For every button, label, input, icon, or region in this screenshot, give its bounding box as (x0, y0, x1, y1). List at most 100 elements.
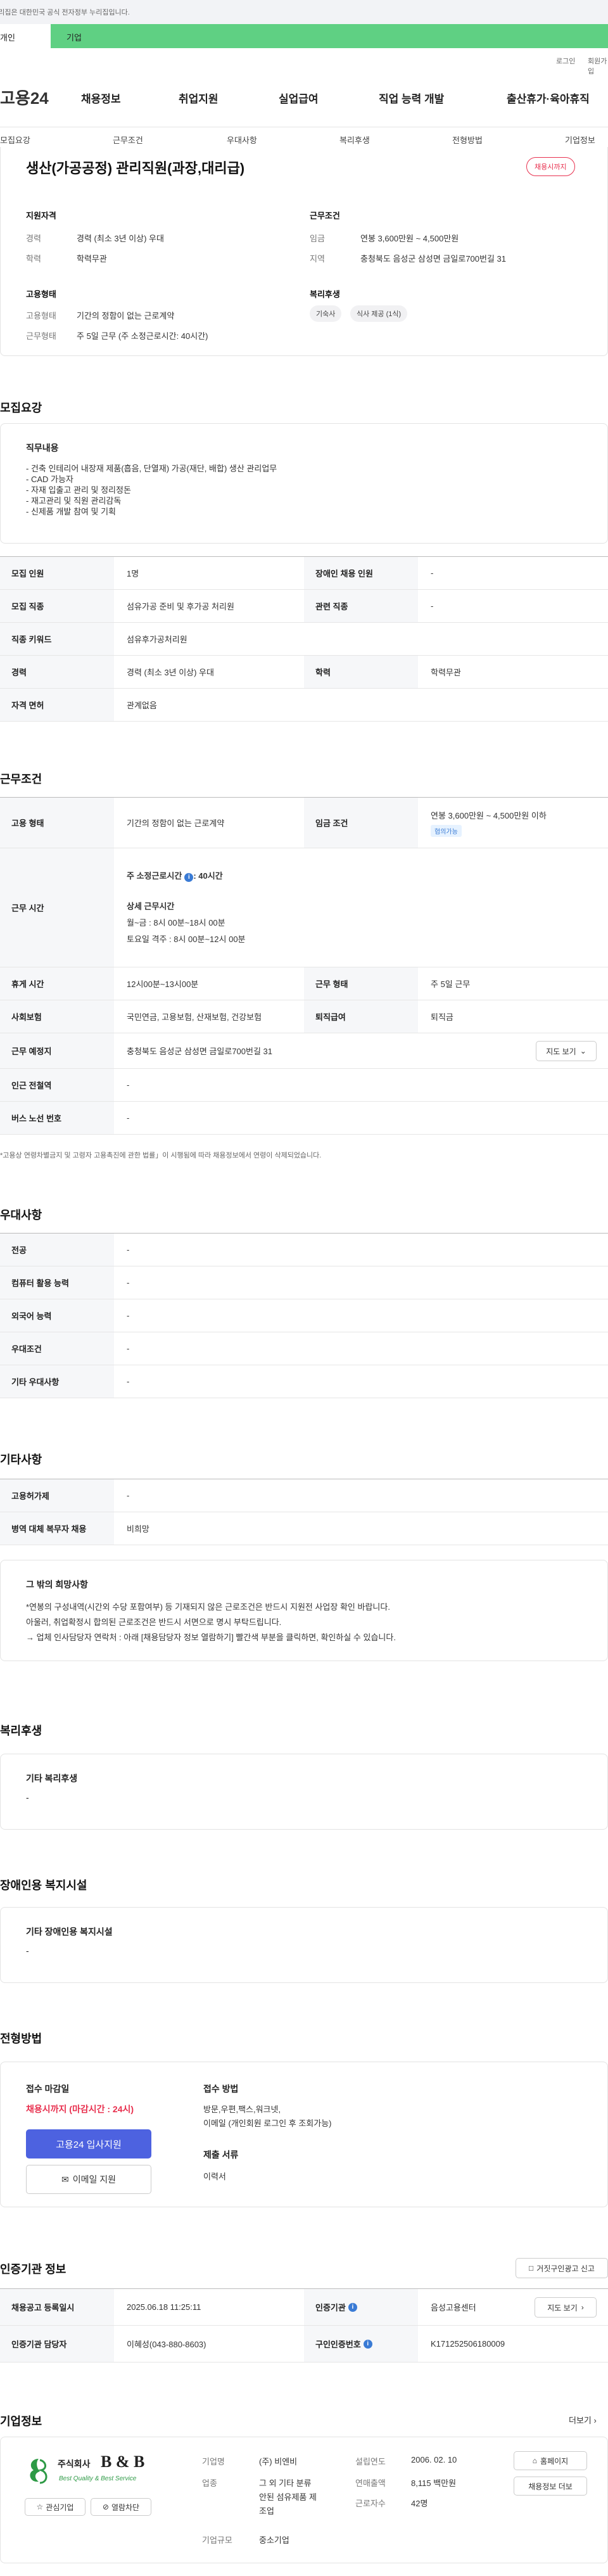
other-wishes-box: 그 밖의 희망사항 *연봉의 구성내역(시간외 수당 포함여부) 등 기재되지 … (0, 1560, 608, 1661)
recruit-table: 모집 인원 1명 장애인 채용 인원 - 모집 직종 섬유가공 준비 및 후가공… (0, 556, 608, 722)
block-label: 열람차단 (111, 2503, 140, 2512)
subnav-welfare[interactable]: 복리후생 (339, 134, 370, 146)
block-icon: ⊘ (102, 2503, 109, 2511)
chevron-right-icon: › (593, 2416, 597, 2425)
join-link[interactable]: 회원가입 (588, 56, 608, 76)
info-icon[interactable]: i (184, 872, 194, 882)
job-summary-card: 생산(가공공정) 관리직원(과장,대리급) 채용시까지 지원자격 경력 경력 (… (0, 147, 608, 356)
table-row: 기타 우대사항 - (0, 1365, 608, 1398)
wage-label: 임금 (310, 234, 325, 243)
gnb-item-jobs[interactable]: 채용정보 (81, 90, 121, 106)
gnb-item-leave[interactable]: 출산휴가·육아휴직 (507, 90, 590, 106)
tab-company[interactable]: 기업 (51, 24, 608, 48)
table-cell: 섬유후가공처리원 (127, 635, 187, 644)
section-heading-apply: 전형방법 (0, 2032, 42, 2045)
table-header: 경력 (0, 656, 114, 688)
email-apply-label: 이메일 지원 (72, 2174, 117, 2184)
favorite-company-button[interactable]: ☆ 관심기업 (25, 2498, 86, 2516)
table-cell: - (127, 1491, 130, 1500)
company-size-value: 중소기업 (259, 2535, 289, 2545)
block-view-button[interactable]: ⊘ 열람차단 (91, 2498, 151, 2516)
wish-line: → 업체 인사담당자 연락처 : 아래 [채용담당자 정보 열람하기] 빨간색 … (26, 1633, 396, 1642)
subnav-apply[interactable]: 전형방법 (452, 134, 483, 146)
company-size-label: 기업규모 (202, 2535, 232, 2545)
report-fake-ad-button[interactable]: □ 거짓구인광고 신고 (516, 2258, 608, 2278)
subnav-recruit[interactable]: 모집요강 (0, 134, 30, 146)
welfare-box-value: - (26, 1792, 29, 1802)
star-icon: ☆ (36, 2503, 44, 2511)
cond-title: 근무조건 (310, 211, 340, 220)
megaphone-icon: □ (529, 2264, 534, 2273)
map-view-button[interactable]: 지도 보기 ⌄ (536, 1041, 597, 1061)
deadline-badge: 채용시까지 (526, 157, 575, 176)
weekly-hours-label: 주 소정근로시간 (127, 870, 182, 881)
method-title: 접수 방법 (203, 2084, 239, 2094)
table-header: 인근 전철역 (0, 1069, 114, 1101)
wage-cell: 연봉 3,600만원 ~ 4,500만원 이하 협의가능 (418, 798, 608, 848)
table-header: 임금 조건 (304, 798, 418, 848)
table-cell: 관계없음 (127, 701, 157, 710)
table-row: 우대조건 - (0, 1332, 608, 1365)
table-header: 휴게 시간 (0, 967, 114, 1000)
org-label: 인증기관 (315, 2303, 346, 2312)
site-logo[interactable]: 고용24 (0, 86, 49, 109)
table-cell: 이혜성(043-880-8603) (127, 2340, 206, 2349)
table-row: 채용공고 등록일시 2025.06.18 11:25:11 인증기관 i 음성고용… (0, 2289, 608, 2326)
table-header: 근무 시간 (0, 848, 114, 967)
gnb-item-training[interactable]: 직업 능력 개발 (379, 90, 444, 106)
table-row: 전공 - (0, 1234, 608, 1266)
duty-line: - 자재 입출고 관리 및 정리정돈 (26, 485, 131, 495)
table-header: 병역 대체 복무자 채용 (0, 1512, 114, 1545)
email-apply-button[interactable]: ✉ 이메일 지원 (26, 2165, 151, 2194)
qual-title: 지원자격 (26, 211, 56, 220)
industry-label: 업종 (202, 2478, 217, 2488)
work-label: 근무형태 (26, 331, 56, 341)
region-label: 지역 (310, 254, 325, 264)
company-jobs-button[interactable]: 채용정보 더보 (514, 2477, 587, 2496)
tab-personal-label: 개인 (0, 33, 15, 42)
work-time-cell: 주 소정근로시간 i: 40시간 상세 근무시간 월~금 : 8시 00분~18시… (114, 848, 608, 967)
subnav-conditions[interactable]: 근무조건 (113, 134, 143, 146)
sales-value: 8,115 백만원 (411, 2478, 457, 2488)
founded-value: 2006. 02. 10 (411, 2455, 457, 2464)
edu-label: 학력 (26, 254, 41, 264)
gnb-item-unemployment[interactable]: 실업급여 (279, 90, 319, 106)
table-cell: - (431, 568, 434, 578)
industry-line: 안된 섬유제품 제 (259, 2492, 317, 2502)
subnav-preferences[interactable]: 우대사항 (227, 134, 257, 146)
section-heading-preferences: 우대사항 (0, 1209, 42, 1221)
subnav-company[interactable]: 기업정보 (565, 134, 595, 146)
table-cell: 음성고용센터 (431, 2303, 476, 2312)
deadline-value: 채용시까지 (마감시간 : 24시) (26, 2104, 134, 2114)
cert-map-button[interactable]: 지도 보기 › (535, 2297, 597, 2318)
duty-list: - 건축 인테리어 내장재 제품(흡음, 단열재) 가공(재단, 배합) 생산 … (26, 463, 277, 517)
table-header: 근무 예정지 (0, 1033, 114, 1068)
homepage-button[interactable]: ⌂ 홈페이지 (514, 2451, 587, 2470)
tab-personal[interactable]: 개인 (0, 24, 51, 48)
company-card: 주식회사 B & B Best Quality & Best Service ☆… (0, 2437, 608, 2563)
table-cell: 2025.06.18 11:25:11 (127, 2302, 201, 2312)
table-row: 컴퓨터 활용 능력 - (0, 1266, 608, 1299)
table-header: 근무 형태 (304, 967, 418, 1000)
company-more-link[interactable]: 더보기 › (569, 2414, 597, 2426)
sales-label: 연매출액 (355, 2478, 386, 2488)
table-row: 근무 시간 주 소정근로시간 i: 40시간 상세 근무시간 월~금 : 8시 0… (0, 848, 608, 967)
table-header: 관련 직종 (304, 590, 418, 622)
wage-value: 연봉 3,600만원 ~ 4,500만원 (360, 234, 459, 243)
info-icon[interactable]: i (348, 2302, 357, 2312)
gnb-item-support[interactable]: 취업지원 (179, 90, 218, 106)
info-icon[interactable]: i (363, 2339, 372, 2349)
table-cell: - (431, 601, 434, 611)
table-header: 고용허가제 (0, 1479, 114, 1512)
work-value: 주 5일 근무 (주 소정근로시간: 40시간) (77, 331, 208, 341)
table-cell: 1명 (127, 569, 139, 578)
apply-online-button[interactable]: 고용24 입사지원 (26, 2129, 151, 2158)
founded-label: 설립연도 (355, 2457, 386, 2466)
duty-line: - 재고관리 및 직원 관리감독 (26, 496, 122, 506)
table-header: 전공 (0, 1234, 114, 1266)
table-header: 사회보험 (0, 1000, 114, 1033)
apply-box: 접수 마감일 채용시까지 (마감시간 : 24시) 고용24 입사지원 ✉ 이메일… (0, 2062, 608, 2207)
home-icon: ⌂ (532, 2456, 538, 2465)
login-link[interactable]: 로그인 (556, 56, 575, 66)
table-header: 외국어 능력 (0, 1299, 114, 1332)
